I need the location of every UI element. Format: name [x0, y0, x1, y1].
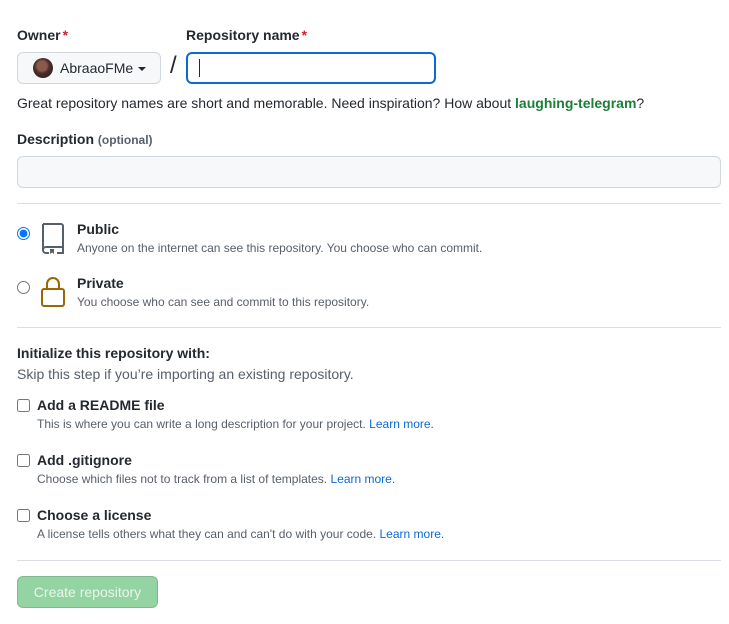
public-description: Anyone on the internet can see this repo…	[77, 241, 483, 255]
gitignore-description: Choose which files not to track from a l…	[37, 472, 396, 486]
private-description: You choose who can see and commit to thi…	[77, 295, 370, 309]
name-suggestion-link[interactable]: laughing-telegram	[515, 95, 636, 111]
owner-required-mark: *	[62, 27, 69, 43]
owner-dropdown-button[interactable]: AbraaoFMe	[17, 52, 161, 84]
init-heading: Initialize this repository with:	[17, 345, 210, 361]
license-description: A license tells others what they can and…	[37, 527, 445, 541]
readme-description: This is where you can write a long descr…	[37, 417, 434, 431]
init-subheading: Skip this step if you’re importing an ex…	[17, 366, 354, 382]
repo-name-input[interactable]	[186, 52, 436, 84]
chevron-down-icon	[138, 67, 147, 71]
lock-icon	[41, 277, 65, 307]
license-learn-more-link[interactable]: Learn more.	[380, 527, 445, 541]
repo-required-mark: *	[301, 27, 308, 43]
divider	[17, 327, 721, 328]
license-checkbox[interactable]	[17, 509, 30, 522]
gitignore-learn-more-link[interactable]: Learn more.	[330, 472, 395, 486]
text-cursor	[199, 59, 200, 77]
public-radio[interactable]	[17, 227, 30, 240]
owner-label: Owner *	[17, 27, 69, 43]
owner-name: AbraaoFMe	[60, 60, 134, 76]
private-radio[interactable]	[17, 281, 30, 294]
description-label: Description (optional)	[17, 131, 153, 147]
divider	[17, 203, 721, 204]
private-title: Private	[77, 275, 124, 291]
description-input[interactable]	[17, 156, 721, 188]
readme-title: Add a README file	[37, 397, 165, 413]
repo-name-hint: Great repository names are short and mem…	[17, 95, 645, 111]
readme-checkbox[interactable]	[17, 399, 30, 412]
avatar	[33, 58, 53, 78]
optional-tag: (optional)	[97, 133, 153, 147]
public-title: Public	[77, 221, 120, 237]
gitignore-checkbox[interactable]	[17, 454, 30, 467]
repo-icon	[42, 223, 64, 254]
repo-name-label: Repository name *	[186, 27, 308, 43]
gitignore-title: Add .gitignore	[37, 452, 132, 468]
readme-learn-more-link[interactable]: Learn more.	[369, 417, 434, 431]
create-repository-button[interactable]: Create repository	[17, 576, 158, 608]
divider	[17, 560, 721, 561]
owner-repo-separator: /	[170, 52, 177, 79]
license-title: Choose a license	[37, 507, 152, 523]
